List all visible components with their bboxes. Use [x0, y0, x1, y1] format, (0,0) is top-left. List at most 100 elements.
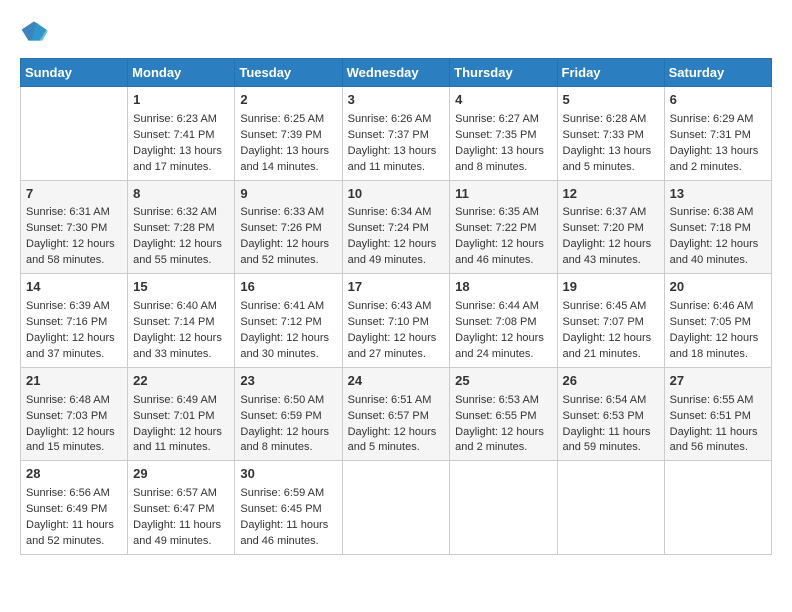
- calendar-cell: 9Sunrise: 6:33 AMSunset: 7:26 PMDaylight…: [235, 180, 342, 274]
- calendar-cell: 14Sunrise: 6:39 AMSunset: 7:16 PMDayligh…: [21, 274, 128, 368]
- calendar-body: 1Sunrise: 6:23 AMSunset: 7:41 PMDaylight…: [21, 87, 772, 555]
- calendar-week-1: 1Sunrise: 6:23 AMSunset: 7:41 PMDaylight…: [21, 87, 772, 181]
- sunset-text: Sunset: 7:33 PM: [563, 128, 659, 144]
- sunrise-text: Sunrise: 6:31 AM: [26, 205, 122, 221]
- sunset-text: Sunset: 6:45 PM: [240, 502, 336, 518]
- day-number: 6: [670, 91, 766, 110]
- sunrise-text: Sunrise: 6:26 AM: [348, 112, 445, 128]
- calendar-cell: [342, 461, 450, 555]
- daylight-text: Daylight: 12 hours and 18 minutes.: [670, 331, 766, 363]
- daylight-text: Daylight: 11 hours and 56 minutes.: [670, 425, 766, 457]
- sunrise-text: Sunrise: 6:59 AM: [240, 486, 336, 502]
- sunrise-text: Sunrise: 6:54 AM: [563, 393, 659, 409]
- calendar-cell: 2Sunrise: 6:25 AMSunset: 7:39 PMDaylight…: [235, 87, 342, 181]
- daylight-text: Daylight: 12 hours and 21 minutes.: [563, 331, 659, 363]
- day-number: 21: [26, 372, 122, 391]
- daylight-text: Daylight: 12 hours and 8 minutes.: [240, 425, 336, 457]
- day-number: 15: [133, 278, 229, 297]
- sunset-text: Sunset: 7:35 PM: [455, 128, 551, 144]
- sunrise-text: Sunrise: 6:57 AM: [133, 486, 229, 502]
- sunset-text: Sunset: 6:57 PM: [348, 409, 445, 425]
- calendar-cell: 11Sunrise: 6:35 AMSunset: 7:22 PMDayligh…: [450, 180, 557, 274]
- daylight-text: Daylight: 12 hours and 49 minutes.: [348, 237, 445, 269]
- daylight-text: Daylight: 11 hours and 59 minutes.: [563, 425, 659, 457]
- header-day-thursday: Thursday: [450, 59, 557, 87]
- day-number: 9: [240, 185, 336, 204]
- calendar-cell: 18Sunrise: 6:44 AMSunset: 7:08 PMDayligh…: [450, 274, 557, 368]
- daylight-text: Daylight: 13 hours and 8 minutes.: [455, 144, 551, 176]
- sunrise-text: Sunrise: 6:48 AM: [26, 393, 122, 409]
- sunrise-text: Sunrise: 6:40 AM: [133, 299, 229, 315]
- calendar-cell: [664, 461, 771, 555]
- sunset-text: Sunset: 6:47 PM: [133, 502, 229, 518]
- sunrise-text: Sunrise: 6:41 AM: [240, 299, 336, 315]
- calendar-week-5: 28Sunrise: 6:56 AMSunset: 6:49 PMDayligh…: [21, 461, 772, 555]
- calendar-table: SundayMondayTuesdayWednesdayThursdayFrid…: [20, 58, 772, 555]
- sunrise-text: Sunrise: 6:37 AM: [563, 205, 659, 221]
- sunrise-text: Sunrise: 6:38 AM: [670, 205, 766, 221]
- calendar-cell: 22Sunrise: 6:49 AMSunset: 7:01 PMDayligh…: [128, 367, 235, 461]
- sunrise-text: Sunrise: 6:39 AM: [26, 299, 122, 315]
- daylight-text: Daylight: 12 hours and 33 minutes.: [133, 331, 229, 363]
- calendar-week-4: 21Sunrise: 6:48 AMSunset: 7:03 PMDayligh…: [21, 367, 772, 461]
- sunset-text: Sunset: 7:01 PM: [133, 409, 229, 425]
- day-number: 12: [563, 185, 659, 204]
- calendar-cell: 17Sunrise: 6:43 AMSunset: 7:10 PMDayligh…: [342, 274, 450, 368]
- calendar-cell: 27Sunrise: 6:55 AMSunset: 6:51 PMDayligh…: [664, 367, 771, 461]
- sunset-text: Sunset: 7:12 PM: [240, 315, 336, 331]
- daylight-text: Daylight: 13 hours and 2 minutes.: [670, 144, 766, 176]
- calendar-header: SundayMondayTuesdayWednesdayThursdayFrid…: [21, 59, 772, 87]
- day-number: 4: [455, 91, 551, 110]
- calendar-cell: 25Sunrise: 6:53 AMSunset: 6:55 PMDayligh…: [450, 367, 557, 461]
- day-number: 2: [240, 91, 336, 110]
- sunset-text: Sunset: 7:26 PM: [240, 221, 336, 237]
- sunset-text: Sunset: 6:55 PM: [455, 409, 551, 425]
- sunset-text: Sunset: 7:18 PM: [670, 221, 766, 237]
- calendar-cell: 4Sunrise: 6:27 AMSunset: 7:35 PMDaylight…: [450, 87, 557, 181]
- sunset-text: Sunset: 7:10 PM: [348, 315, 445, 331]
- header-day-sunday: Sunday: [21, 59, 128, 87]
- header-day-friday: Friday: [557, 59, 664, 87]
- calendar-cell: 8Sunrise: 6:32 AMSunset: 7:28 PMDaylight…: [128, 180, 235, 274]
- daylight-text: Daylight: 13 hours and 11 minutes.: [348, 144, 445, 176]
- day-number: 16: [240, 278, 336, 297]
- sunset-text: Sunset: 7:37 PM: [348, 128, 445, 144]
- sunrise-text: Sunrise: 6:33 AM: [240, 205, 336, 221]
- calendar-cell: 10Sunrise: 6:34 AMSunset: 7:24 PMDayligh…: [342, 180, 450, 274]
- sunrise-text: Sunrise: 6:49 AM: [133, 393, 229, 409]
- sunrise-text: Sunrise: 6:46 AM: [670, 299, 766, 315]
- day-number: 26: [563, 372, 659, 391]
- sunrise-text: Sunrise: 6:44 AM: [455, 299, 551, 315]
- daylight-text: Daylight: 11 hours and 52 minutes.: [26, 518, 122, 550]
- daylight-text: Daylight: 12 hours and 46 minutes.: [455, 237, 551, 269]
- logo-icon: [20, 20, 48, 42]
- day-number: 25: [455, 372, 551, 391]
- calendar-cell: 29Sunrise: 6:57 AMSunset: 6:47 PMDayligh…: [128, 461, 235, 555]
- sunrise-text: Sunrise: 6:29 AM: [670, 112, 766, 128]
- sunrise-text: Sunrise: 6:50 AM: [240, 393, 336, 409]
- header-row: SundayMondayTuesdayWednesdayThursdayFrid…: [21, 59, 772, 87]
- calendar-cell: 19Sunrise: 6:45 AMSunset: 7:07 PMDayligh…: [557, 274, 664, 368]
- calendar-cell: 24Sunrise: 6:51 AMSunset: 6:57 PMDayligh…: [342, 367, 450, 461]
- daylight-text: Daylight: 13 hours and 17 minutes.: [133, 144, 229, 176]
- daylight-text: Daylight: 12 hours and 52 minutes.: [240, 237, 336, 269]
- calendar-cell: 30 Sunrise: 6:59 AMSunset: 6:45 PMDayligh…: [235, 461, 342, 555]
- sunset-text: Sunset: 6:53 PM: [563, 409, 659, 425]
- daylight-text: Daylight: 12 hours and 15 minutes.: [26, 425, 122, 457]
- calendar-cell: 28Sunrise: 6:56 AMSunset: 6:49 PMDayligh…: [21, 461, 128, 555]
- day-number: 27: [670, 372, 766, 391]
- sunset-text: Sunset: 7:28 PM: [133, 221, 229, 237]
- day-number: 30: [240, 465, 336, 484]
- calendar-cell: [450, 461, 557, 555]
- daylight-text: Daylight: 13 hours and 14 minutes.: [240, 144, 336, 176]
- calendar-week-3: 14Sunrise: 6:39 AMSunset: 7:16 PMDayligh…: [21, 274, 772, 368]
- sunrise-text: Sunrise: 6:34 AM: [348, 205, 445, 221]
- daylight-text: Daylight: 12 hours and 37 minutes.: [26, 331, 122, 363]
- sunrise-text: Sunrise: 6:32 AM: [133, 205, 229, 221]
- daylight-text: Daylight: 12 hours and 5 minutes.: [348, 425, 445, 457]
- day-number: 7: [26, 185, 122, 204]
- sunrise-text: Sunrise: 6:55 AM: [670, 393, 766, 409]
- daylight-text: Daylight: 11 hours and 46 minutes.: [240, 518, 336, 550]
- sunrise-text: Sunrise: 6:53 AM: [455, 393, 551, 409]
- sunrise-text: Sunrise: 6:35 AM: [455, 205, 551, 221]
